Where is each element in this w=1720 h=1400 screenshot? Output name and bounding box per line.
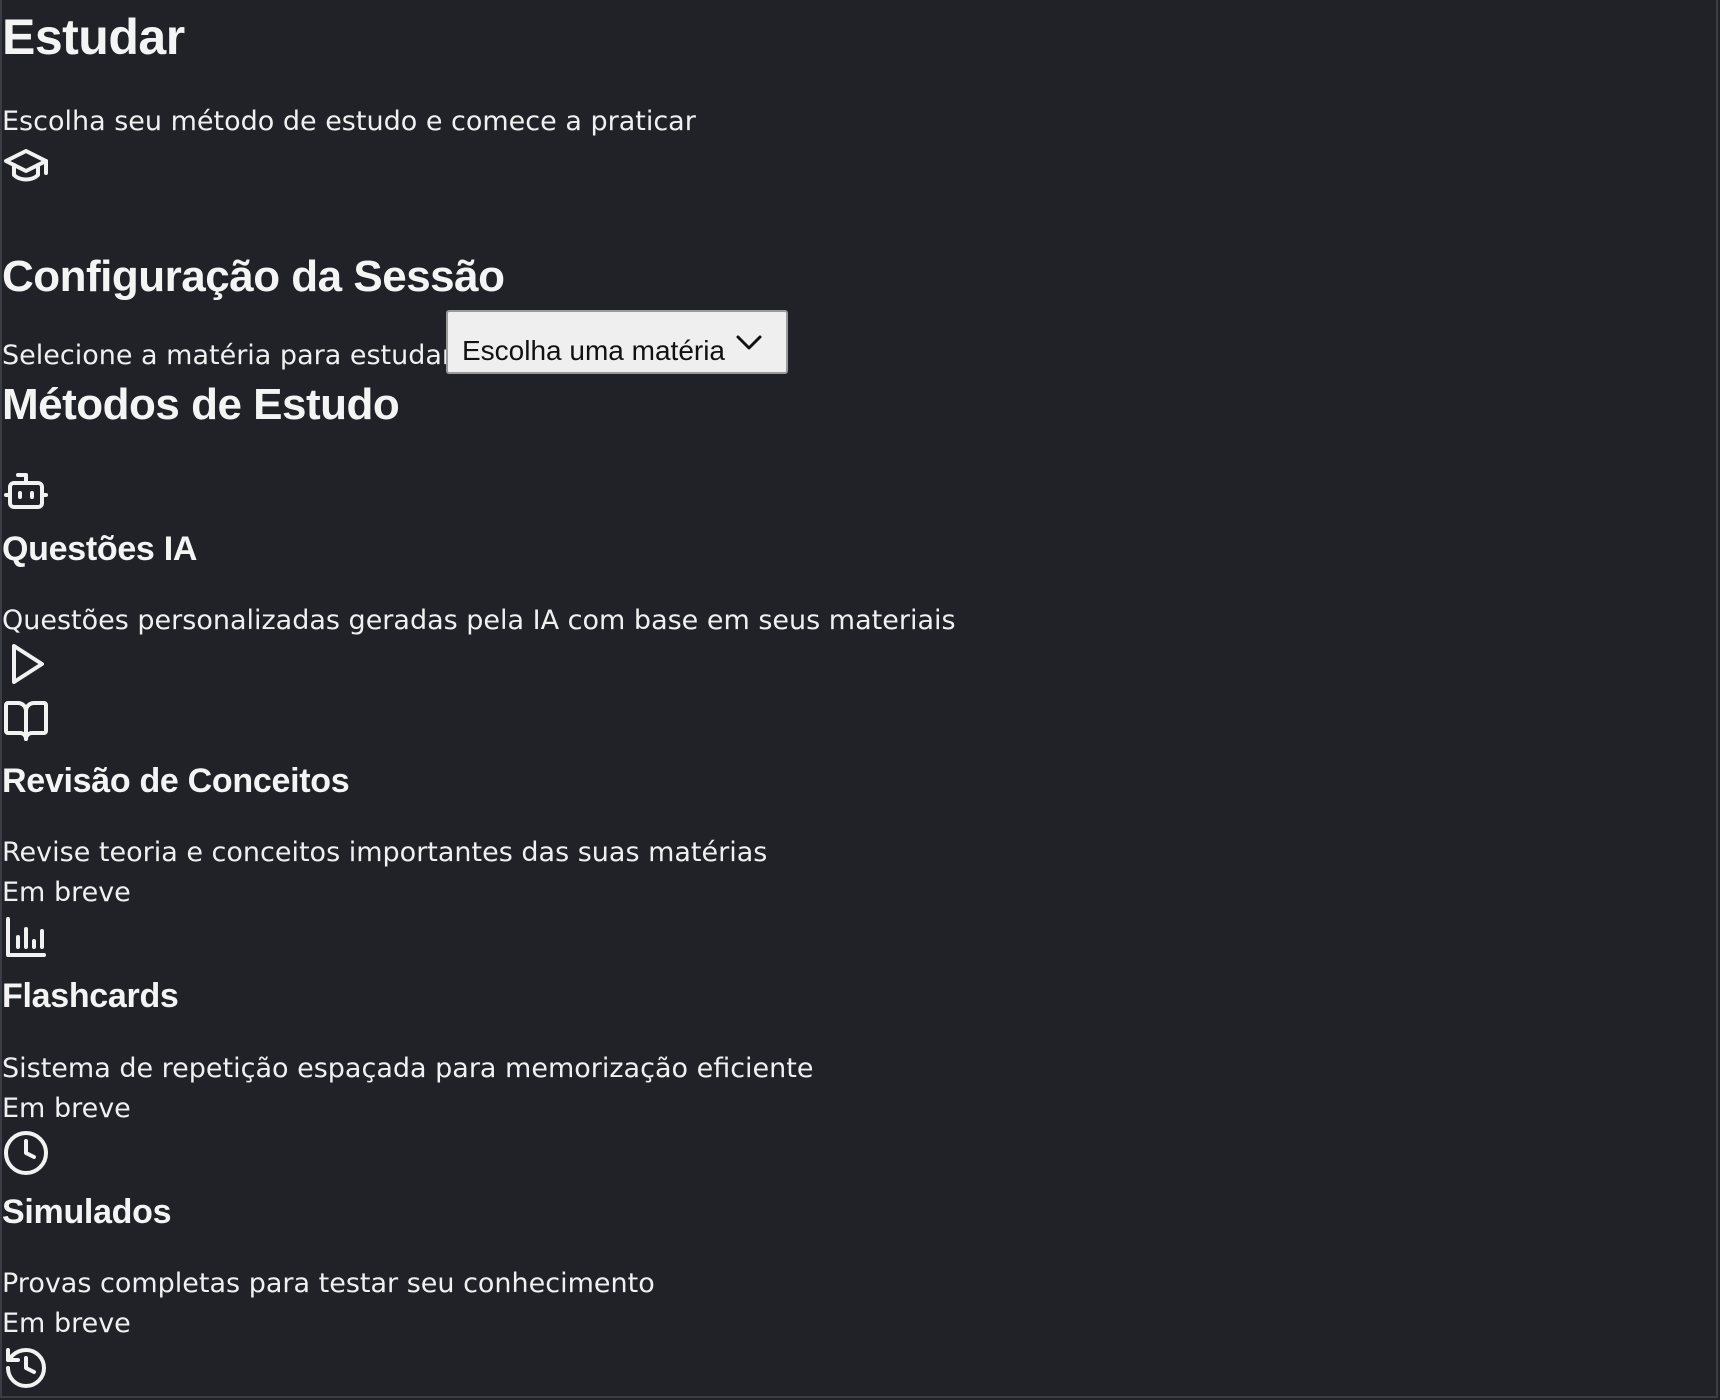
study-methods-heading: Métodos de Estudo: [2, 380, 400, 429]
bar-chart-icon: [2, 913, 50, 961]
chevron-down-icon: [734, 330, 764, 354]
method-description-flashcards: Sistema de repetição espaçada para memor…: [2, 1053, 814, 1084]
method-description-questoes-ia: Questões personalizadas geradas pela IA …: [2, 605, 956, 636]
status-badge: Em breve: [2, 1093, 131, 1124]
method-title-flashcards: Flashcards: [2, 977, 179, 1015]
method-title-revisao: Revisão de Conceitos: [2, 762, 350, 800]
method-description-simulados: Provas completas para testar seu conheci…: [2, 1268, 655, 1299]
method-title-simulados: Simulados: [2, 1193, 172, 1231]
history-icon: [2, 1344, 50, 1392]
graduation-cap-icon: [2, 141, 50, 189]
status-badge: Em breve: [2, 1308, 131, 1339]
status-badge: Em breve: [2, 877, 131, 908]
session-config-heading: Configuração da Sessão: [2, 252, 505, 301]
subject-select-value: Escolha uma matéria: [462, 335, 726, 366]
subject-select-label: Selecione a matéria para estudar:: [2, 340, 462, 371]
page-title: Estudar: [2, 9, 185, 65]
page-frame: [0, 0, 1718, 1398]
book-open-icon: [2, 697, 50, 745]
method-description-revisao: Revise teoria e conceitos importantes da…: [2, 837, 768, 868]
play-icon[interactable]: [2, 640, 50, 688]
bot-icon: [2, 467, 50, 515]
page-subtitle: Escolha seu método de estudo e comece a …: [2, 106, 696, 137]
subject-select[interactable]: Escolha uma matéria: [446, 310, 788, 374]
method-title-questoes-ia[interactable]: Questões IA: [2, 530, 197, 569]
clock-icon: [2, 1129, 50, 1177]
